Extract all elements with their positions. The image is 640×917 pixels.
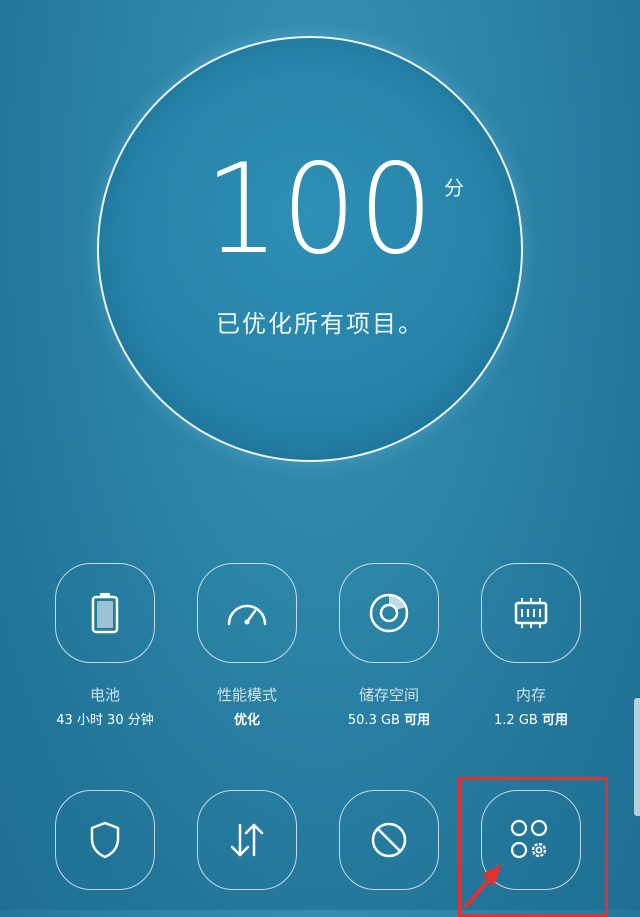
arrow-pointer-icon [464, 864, 502, 908]
shield-icon [90, 821, 120, 859]
battery-icon [91, 593, 119, 634]
memory-tile[interactable] [481, 563, 581, 663]
battery-time: 43 小时 30 分钟 [56, 713, 154, 728]
memory-label: 内存 [515, 686, 546, 704]
block-tile[interactable] [339, 790, 439, 890]
performance-mode-label: 性能模式 [216, 686, 277, 704]
memory-chip-icon [514, 598, 548, 628]
score-unit: 分 [444, 176, 464, 200]
performance-mode-tile[interactable] [197, 563, 297, 663]
storage-disc-icon [369, 593, 409, 633]
battery-label: 电池 [89, 686, 120, 704]
memory-value: 1.2 GB 可用 [494, 713, 568, 728]
data-usage-tile[interactable] [197, 790, 297, 890]
score-value: 100 [204, 136, 436, 282]
speedometer-icon [227, 604, 267, 626]
performance-mode-value: 优化 [233, 713, 260, 728]
score-status: 已优化所有项目。 [216, 310, 424, 338]
data-transfer-arrows-icon [230, 823, 264, 857]
storage-tile[interactable] [339, 563, 439, 663]
edge-panel-handle[interactable] [634, 698, 640, 816]
block-icon [371, 822, 407, 858]
security-tile[interactable] [55, 790, 155, 890]
battery-tile[interactable] [55, 563, 155, 663]
storage-label: 储存空间 [358, 686, 419, 704]
storage-value: 50.3 GB 可用 [347, 713, 431, 728]
